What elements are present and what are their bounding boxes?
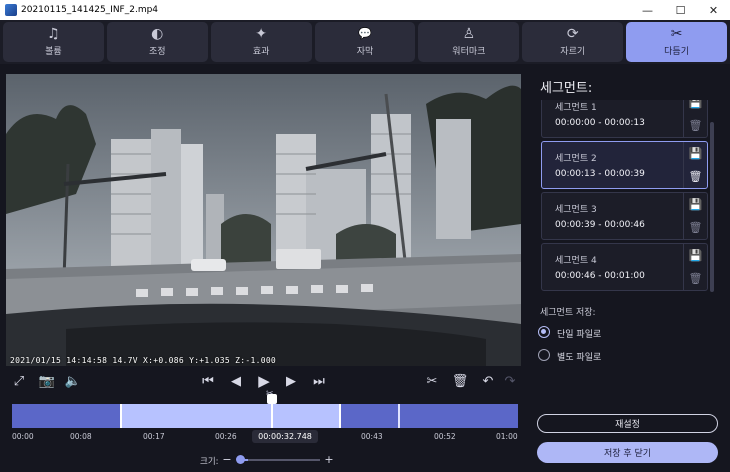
next-frame-button[interactable]: ▶ <box>283 373 299 389</box>
tick-label: 00:52 <box>434 432 456 441</box>
single-file-radio[interactable] <box>538 326 550 338</box>
previous-frame-button[interactable]: ◀ <box>228 373 244 389</box>
segment-list-scrollbar[interactable] <box>710 122 714 292</box>
timeline-track[interactable] <box>12 404 518 428</box>
skip-to-end-button[interactable]: ⏭ <box>311 373 327 389</box>
tick-label: 00:00 <box>12 432 34 441</box>
trash-icon[interactable]: 🗑 <box>689 272 703 285</box>
tick-label: 00:17 <box>143 432 165 441</box>
segment-divider[interactable] <box>398 404 400 428</box>
tab-trim[interactable]: ✂ 다듬기 <box>626 22 728 62</box>
tab-crop[interactable]: ⟳ 자르기 <box>522 22 624 62</box>
segment-name: 세그먼트 1 <box>555 103 597 113</box>
playhead-handle[interactable] <box>267 394 277 404</box>
zoom-slider-track[interactable] <box>240 459 320 461</box>
zoom-label: 크기: <box>200 457 219 467</box>
separate-files-radio[interactable] <box>538 349 550 361</box>
segment-item[interactable]: 세그먼트 3 00:00:39 - 00:00:46 💾 🗑 <box>541 192 708 240</box>
segment-range: 00:00:39 - 00:00:46 <box>555 220 645 230</box>
magic-wand-icon: ✦ <box>255 26 268 42</box>
skip-to-start-button[interactable]: ⏮ <box>200 373 216 389</box>
tick-label: 00:43 <box>361 432 383 441</box>
segment-range: 00:00:13 - 00:00:39 <box>555 169 645 179</box>
video-frame <box>6 74 521 366</box>
save-icon[interactable]: 💾 <box>689 249 703 262</box>
app-icon <box>5 4 17 16</box>
volume-button[interactable]: 🔈 <box>65 373 81 389</box>
segment-item[interactable]: 세그먼트 1 00:00:00 - 00:00:13 💾 🗑 <box>541 100 708 138</box>
tool-tabs: ♫ 볼륨 ◐ 조정 ✦ 효과 💬 자막 ♙ 워터마크 ⟳ 자르기 ✂ 다듬기 <box>0 20 730 64</box>
undo-button[interactable]: ↶ <box>480 373 496 389</box>
save-icon[interactable]: 💾 <box>689 147 703 160</box>
close-button[interactable]: ✕ <box>697 0 730 20</box>
segment-name: 세그먼트 4 <box>555 256 597 266</box>
trash-icon[interactable]: 🗑 <box>689 221 703 234</box>
save-segments-label: 세그먼트 저장: <box>540 308 596 318</box>
contrast-icon: ◐ <box>151 26 164 42</box>
segment-item[interactable]: 세그먼트 4 00:00:46 - 00:01:00 💾 🗑 <box>541 243 708 291</box>
save-icon[interactable]: 💾 <box>689 100 703 109</box>
minimize-button[interactable]: — <box>631 0 664 20</box>
window-title: 20210115_141425_INF_2.mp4 <box>21 5 159 15</box>
scissors-icon: ✂ <box>670 26 683 42</box>
tab-subtitle[interactable]: 💬 자막 <box>314 22 416 62</box>
cut-button[interactable]: ✂ <box>424 373 440 389</box>
tick-label: 01:00 <box>496 432 518 441</box>
single-file-label: 단일 파일로 <box>557 330 602 340</box>
delete-button[interactable]: 🗑 <box>452 373 469 389</box>
segments-title: 세그먼트: <box>540 81 593 96</box>
separate-files-label: 별도 파일로 <box>557 353 602 363</box>
segment-item[interactable]: 세그먼트 2 00:00:13 - 00:00:39 💾 🗑 <box>541 141 708 189</box>
play-button[interactable]: ▶ <box>256 372 272 390</box>
tab-watermark[interactable]: ♙ 워터마크 <box>418 22 520 62</box>
segment-name: 세그먼트 3 <box>555 205 597 215</box>
snapshot-button[interactable]: 📷 <box>38 373 56 389</box>
music-note-icon: ♫ <box>47 26 60 42</box>
current-time-display: 00:00:32.748 <box>252 430 318 443</box>
tab-volume[interactable]: ♫ 볼륨 <box>3 22 104 62</box>
rotate-icon: ⟳ <box>566 26 579 42</box>
title-bar: 20210115_141425_INF_2.mp4 — ☐ ✕ <box>0 0 730 20</box>
zoom-in-button[interactable]: + <box>324 452 334 466</box>
save-icon[interactable]: 💾 <box>689 198 703 211</box>
segment-name: 세그먼트 2 <box>555 154 597 164</box>
video-osd-overlay: 2021/01/15 14:14:58 14.7V X:+0.086 Y:+1.… <box>10 356 277 365</box>
trash-icon[interactable]: 🗑 <box>689 170 703 183</box>
segment-range: 00:00:46 - 00:01:00 <box>555 271 645 281</box>
speech-bubble-icon: 💬 <box>358 27 372 40</box>
segment-list: 세그먼트 1 00:00:00 - 00:00:13 💾 🗑 세그먼트 2 00:… <box>537 100 718 294</box>
selected-segment-range[interactable] <box>120 404 341 428</box>
fullscreen-button[interactable]: ⤢ <box>11 373 27 389</box>
reset-button[interactable]: 재설정 <box>537 414 718 433</box>
tab-effects[interactable]: ✦ 효과 <box>210 22 312 62</box>
video-preview[interactable]: 2021/01/15 14:14:58 14.7V X:+0.086 Y:+1.… <box>6 74 521 366</box>
stamp-icon: ♙ <box>462 26 476 42</box>
maximize-button[interactable]: ☐ <box>664 0 697 20</box>
save-and-close-button[interactable]: 저장 후 닫기 <box>537 442 718 463</box>
zoom-out-button[interactable]: − <box>222 452 232 466</box>
redo-button: ↷ <box>504 373 516 389</box>
segment-range: 00:00:00 - 00:00:13 <box>555 118 645 128</box>
tab-adjust[interactable]: ◐ 조정 <box>106 22 208 62</box>
tick-label: 00:08 <box>70 432 92 441</box>
tick-label: 00:26 <box>215 432 237 441</box>
zoom-slider-handle[interactable] <box>236 455 245 464</box>
trash-icon[interactable]: 🗑 <box>689 119 703 132</box>
